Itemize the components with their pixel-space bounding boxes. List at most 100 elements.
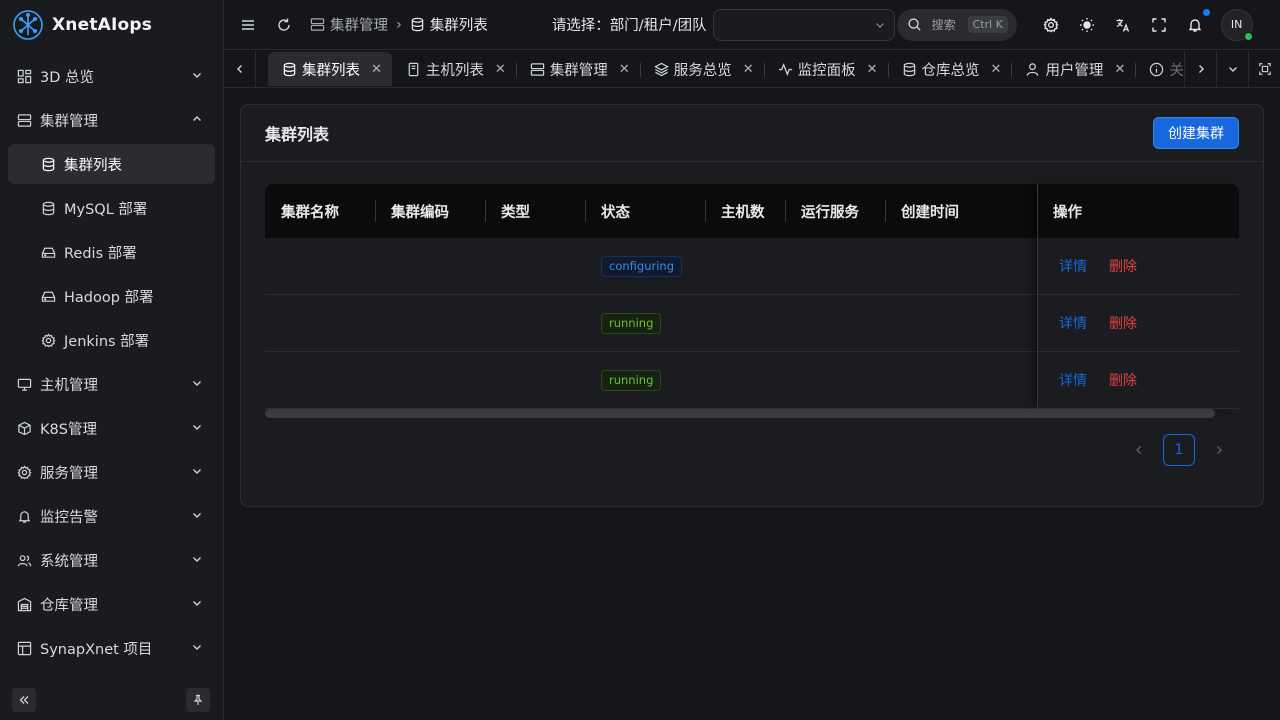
close-icon[interactable]: ✕: [1114, 62, 1125, 77]
cluster-table: 集群名称 集群编码 类型 状态 主机数 运行服务 创建时间 操作 configu…: [265, 184, 1239, 409]
sidebar-item-hadoop-deploy[interactable]: Hadoop 部署: [8, 276, 215, 316]
tab-cluster-list[interactable]: 集群列表 ✕: [268, 52, 392, 86]
notifications-button[interactable]: [1183, 8, 1210, 37]
menu-toggle-button[interactable]: [236, 13, 260, 37]
cell-hosts: [705, 238, 785, 295]
refresh-button[interactable]: [272, 13, 296, 37]
pagination: 1: [1127, 434, 1231, 466]
tab-warehouse-overview[interactable]: 仓库总览 ✕: [887, 52, 1012, 86]
close-icon[interactable]: ✕: [619, 62, 630, 77]
tab-monitoring-panel[interactable]: 监控面板 ✕: [763, 52, 888, 86]
column-header-type[interactable]: 类型: [485, 184, 585, 238]
breadcrumb-label: 集群管理: [330, 18, 388, 34]
cell-services: [785, 238, 885, 295]
language-button[interactable]: [1111, 13, 1135, 37]
fullscreen-button[interactable]: [1147, 13, 1171, 37]
chevron-down-icon: [191, 421, 205, 435]
hard-drive-icon: [40, 288, 56, 304]
breadcrumb: 集群管理 › 集群列表: [310, 14, 488, 35]
close-icon[interactable]: ✕: [743, 62, 754, 77]
tabs-bar: 集群列表 ✕ 主机列表 ✕ 集群管理 ✕ 服务总览 ✕ 监控面板 ✕ 仓库总览 …: [224, 51, 1280, 88]
status-badge: running: [601, 369, 662, 391]
sidebar-item-cluster-list[interactable]: 集群列表: [8, 144, 215, 184]
sidebar-item-redis-deploy[interactable]: Redis 部署: [8, 232, 215, 272]
sidebar-item-warehouse-management[interactable]: 仓库管理: [8, 584, 215, 624]
collapse-sidebar-button[interactable]: [12, 688, 36, 712]
column-header-created[interactable]: 创建时间: [885, 184, 1037, 238]
tab-label: 用户管理: [1045, 62, 1104, 79]
breadcrumb-item-cluster-management[interactable]: 集群管理: [310, 14, 388, 35]
create-cluster-button[interactable]: 创建集群: [1153, 117, 1239, 149]
server-icon: [310, 18, 325, 31]
sidebar-item-label: Jenkins 部署: [64, 333, 150, 350]
sidebar-item-k8s-management[interactable]: K8S管理: [8, 408, 215, 448]
close-icon[interactable]: ✕: [371, 62, 382, 77]
refresh-icon: [278, 18, 290, 31]
sidebar-item-mysql-deploy[interactable]: MySQL 部署: [8, 188, 215, 228]
cell-services: [785, 352, 885, 409]
sidebar-item-jenkins-deploy[interactable]: Jenkins 部署: [8, 320, 215, 360]
tabs-scroll-left-button[interactable]: [224, 51, 256, 87]
pin-sidebar-button[interactable]: [186, 688, 210, 712]
tabs-maximize-button[interactable]: [1248, 51, 1280, 87]
theme-toggle-button[interactable]: [1075, 13, 1099, 37]
close-icon[interactable]: ✕: [867, 62, 878, 77]
sidebar-item-monitoring-alerts[interactable]: 监控告警: [8, 496, 215, 536]
search-input[interactable]: 搜索 Ctrl K: [896, 8, 1017, 41]
next-page-button[interactable]: [1207, 434, 1231, 466]
status-badge: configuring: [601, 255, 682, 277]
notification-badge: [1202, 8, 1210, 16]
sidebar-item-host-management[interactable]: 主机管理: [8, 364, 215, 404]
sidebar-item-service-management[interactable]: 服务管理: [8, 452, 215, 492]
column-header-code[interactable]: 集群编码: [375, 184, 485, 238]
delete-link[interactable]: 删除: [1109, 313, 1137, 333]
settings-button[interactable]: [1039, 13, 1063, 37]
cell-hosts: [705, 295, 785, 352]
app-root: XnetAIops 3D 总览 集群管理 集群列表 MySQL 部署 Redis…: [0, 0, 1280, 720]
translate-icon: [1116, 18, 1129, 32]
delete-link[interactable]: 删除: [1109, 256, 1137, 276]
detail-link[interactable]: 详情: [1059, 256, 1087, 276]
org-select[interactable]: [712, 8, 895, 41]
previous-page-button[interactable]: [1127, 434, 1151, 466]
tab-about[interactable]: 关: [1135, 52, 1184, 86]
page-number-current[interactable]: 1: [1163, 434, 1195, 466]
box-icon: [16, 420, 32, 436]
detail-link[interactable]: 详情: [1059, 370, 1087, 390]
avatar-initials: IN: [1230, 18, 1243, 31]
tabs-controls: [1184, 51, 1280, 87]
cell-created: [885, 295, 1037, 352]
column-header-name[interactable]: 集群名称: [265, 184, 375, 238]
double-chevron-left-icon: [19, 696, 29, 704]
tab-service-overview[interactable]: 服务总览 ✕: [639, 52, 764, 86]
column-header-services[interactable]: 运行服务: [785, 184, 885, 238]
column-header-hosts[interactable]: 主机数: [705, 184, 785, 238]
close-icon[interactable]: ✕: [495, 62, 506, 77]
sidebar-item-cluster-management[interactable]: 集群管理: [8, 100, 215, 140]
column-header-status[interactable]: 状态: [585, 184, 705, 238]
detail-link[interactable]: 详情: [1059, 313, 1087, 333]
cell-services: [785, 295, 885, 352]
delete-link[interactable]: 删除: [1109, 370, 1137, 390]
sidebar-footer: [12, 688, 210, 712]
sidebar-item-system-management[interactable]: 系统管理: [8, 540, 215, 580]
tab-host-list[interactable]: 主机列表 ✕: [392, 52, 516, 86]
card-header: 集群列表 创建集群: [241, 105, 1263, 162]
bell-icon: [16, 508, 32, 524]
tab-user-management[interactable]: 用户管理 ✕: [1011, 52, 1135, 86]
avatar[interactable]: IN: [1220, 8, 1253, 41]
tab-label: 关: [1169, 62, 1184, 79]
bell-icon: [1188, 18, 1201, 32]
tab-cluster-management[interactable]: 集群管理 ✕: [515, 52, 640, 86]
close-icon[interactable]: ✕: [991, 62, 1002, 77]
logo-icon: [13, 10, 43, 40]
sidebar-item-3d-overview[interactable]: 3D 总览: [8, 56, 215, 96]
sidebar-item-synapxnet-project[interactable]: SynapXnet 项目: [8, 628, 215, 668]
tabs-menu-button[interactable]: [1216, 51, 1248, 87]
chevron-up-icon: [191, 113, 205, 127]
logo[interactable]: XnetAIops: [0, 0, 223, 50]
users-icon: [16, 552, 32, 568]
table-horizontal-scrollbar[interactable]: [265, 409, 1215, 418]
tabs-scroll-right-button[interactable]: [1184, 51, 1216, 87]
database-icon: [903, 62, 915, 76]
